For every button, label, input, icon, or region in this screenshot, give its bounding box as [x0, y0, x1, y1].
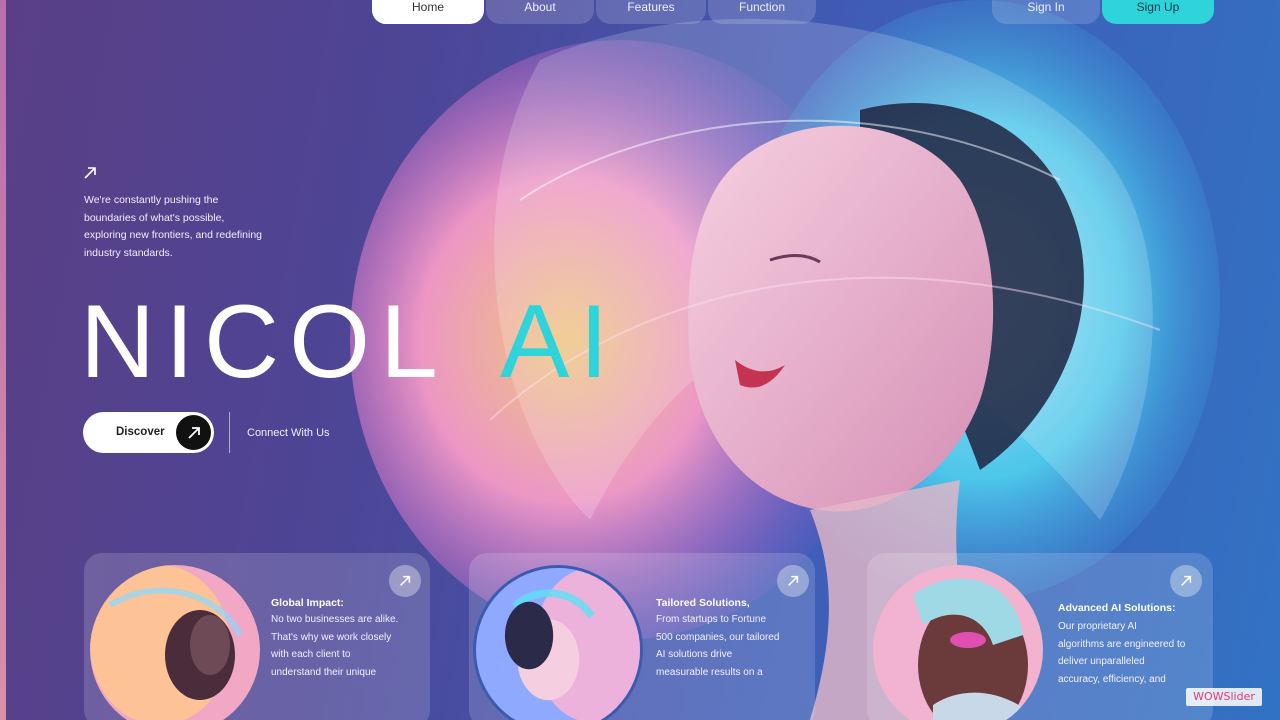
- sign-in-button[interactable]: Sign In: [992, 0, 1100, 24]
- card-body-line: Our proprietary AI: [1058, 621, 1137, 632]
- main-nav: Home About Features Function: [372, 0, 816, 24]
- feature-card-advanced-ai[interactable]: Advanced AI Solutions: Our proprietary A…: [867, 553, 1213, 720]
- card-open-button[interactable]: [389, 565, 421, 597]
- card-body: Our proprietary AI algorithms are engine…: [1058, 618, 1210, 688]
- auth-nav: Sign In Sign Up: [992, 0, 1214, 24]
- card-body-line: deliver unparalleled: [1058, 656, 1145, 667]
- card-body: No two businesses are alike. That's why …: [271, 611, 421, 681]
- arrow-up-right-icon: [788, 575, 799, 586]
- brand-main: NICOL: [80, 285, 448, 385]
- feature-card-tailored-solutions[interactable]: Tailored Solutions, From startups to For…: [469, 553, 815, 720]
- card-body-line: with each client to: [271, 649, 351, 660]
- card-body-line: No two businesses are alike.: [271, 614, 399, 625]
- discover-arrow-circle: [176, 415, 211, 450]
- nav-features[interactable]: Features: [596, 0, 706, 24]
- card-body-line: 500 companies, our tailored: [656, 631, 780, 643]
- arrow-up-right-icon: [84, 167, 96, 179]
- card-thumbnail-image: [873, 565, 1043, 720]
- intro-line: exploring new frontiers, and redefining: [84, 229, 263, 241]
- card-title: Global Impact:: [271, 597, 344, 609]
- arrow-up-right-icon: [187, 426, 200, 439]
- intro-line: boundaries of what's possible,: [84, 211, 225, 224]
- nav-about[interactable]: About: [486, 0, 594, 24]
- card-body-line: AI solutions drive: [656, 649, 733, 660]
- left-edge-bar: [0, 0, 6, 720]
- brand-accent: AI: [500, 285, 618, 385]
- card-thumbnail-image: [473, 565, 643, 720]
- sign-up-button[interactable]: Sign Up: [1102, 0, 1214, 24]
- watermark-badge: WOWSlider: [1186, 688, 1262, 706]
- card-body-line: understand their unique: [271, 666, 377, 678]
- card-open-button[interactable]: [777, 565, 809, 597]
- divider: [229, 412, 230, 453]
- arrow-up-right-icon: [400, 575, 411, 586]
- card-body-line: From startups to Fortune: [656, 614, 767, 625]
- intro-paragraph: We're constantly pushing the boundaries …: [84, 192, 294, 262]
- card-title: Tailored Solutions,: [656, 597, 750, 609]
- intro-line: We're constantly pushing the: [84, 194, 219, 206]
- card-title: Advanced AI Solutions:: [1058, 602, 1176, 614]
- card-open-button[interactable]: [1170, 565, 1202, 597]
- discover-label: Discover: [116, 426, 165, 438]
- card-thumbnail-image: [90, 565, 260, 720]
- nav-function[interactable]: Function: [708, 0, 816, 24]
- card-body-line: That's why we work closely: [271, 631, 392, 643]
- card-body-line: algorithms are engineered to: [1058, 638, 1186, 650]
- discover-button[interactable]: Discover: [83, 412, 214, 453]
- connect-with-us-link[interactable]: Connect With Us: [247, 427, 330, 439]
- nav-home[interactable]: Home: [372, 0, 484, 24]
- card-body-line: measurable results on a: [656, 666, 763, 678]
- feature-card-global-impact[interactable]: Global Impact: No two businesses are ali…: [84, 553, 430, 720]
- card-body-line: accuracy, efficiency, and: [1058, 673, 1166, 685]
- arrow-up-right-icon: [1181, 575, 1192, 586]
- intro-line: industry standards.: [84, 246, 173, 259]
- card-body: From startups to Fortune 500 companies, …: [656, 611, 806, 681]
- brand-wordmark: NICOL AI: [80, 285, 618, 385]
